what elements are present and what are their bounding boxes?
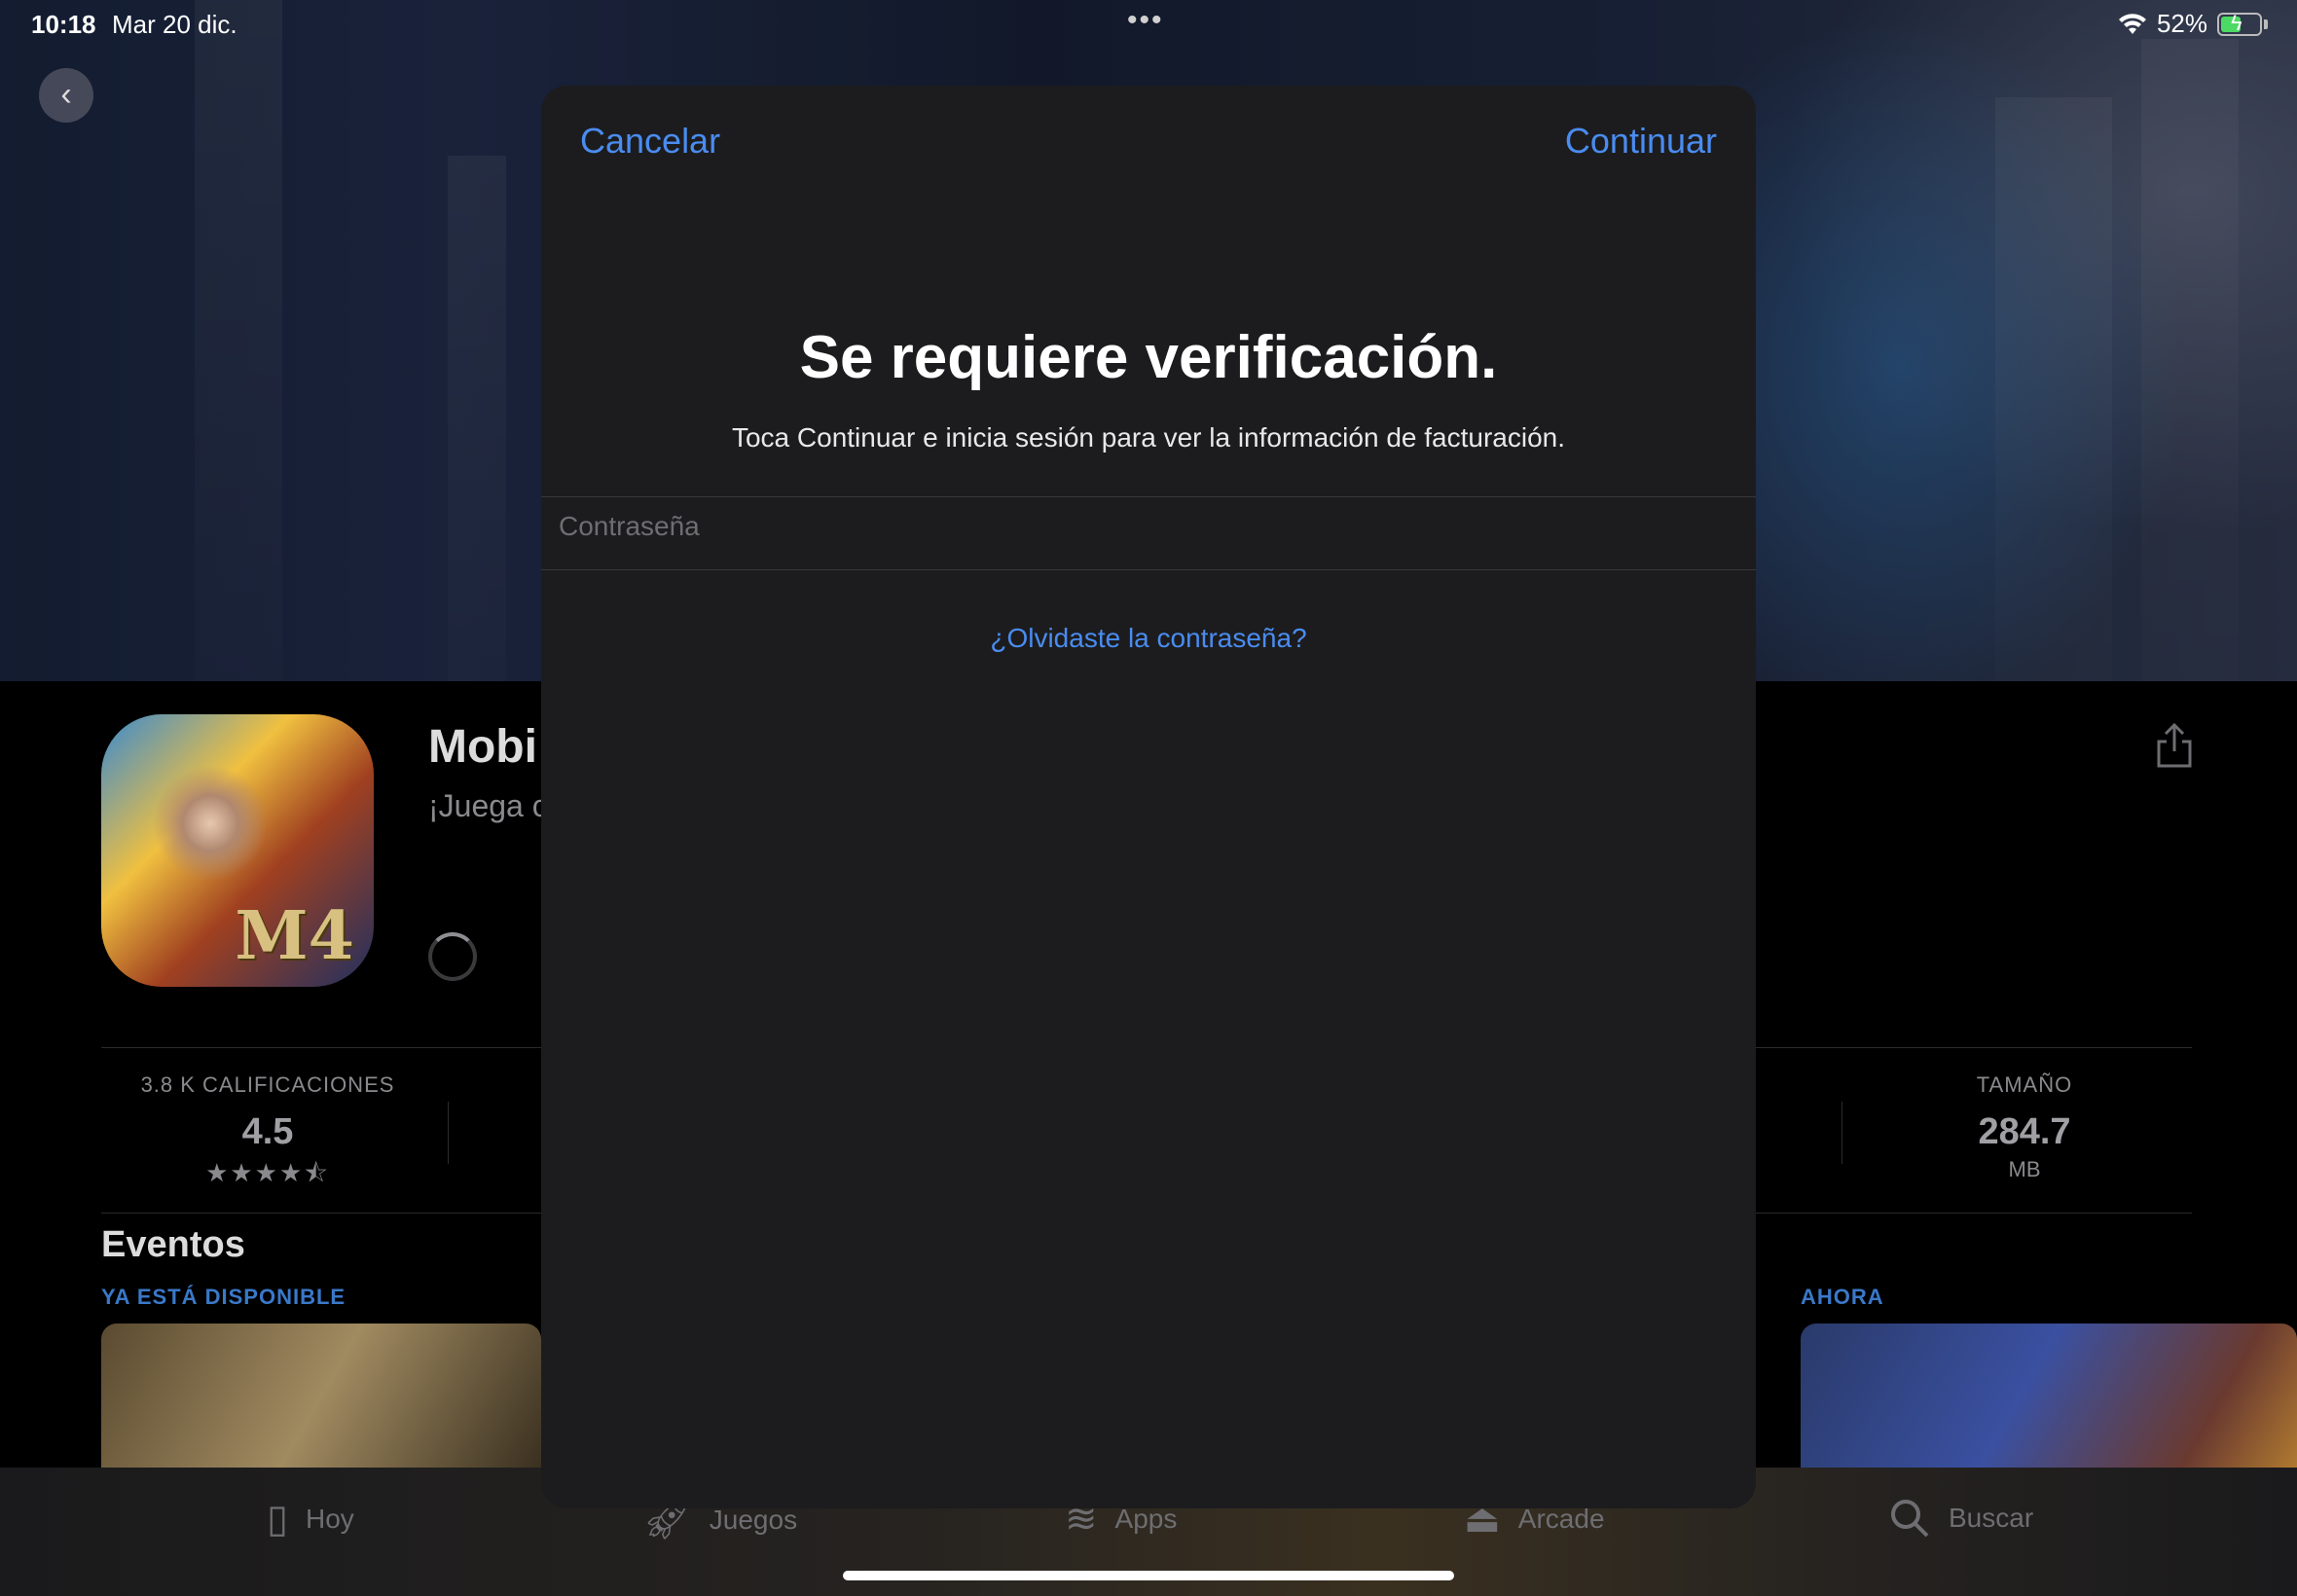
multitasking-dots[interactable]: ••• bbox=[1127, 4, 1164, 37]
ratings-stat[interactable]: 3.8 K CALIFICACIONES 4.5 ★★★★⯪ bbox=[127, 1072, 409, 1198]
loading-spinner-icon bbox=[428, 932, 477, 981]
share-icon[interactable] bbox=[2153, 722, 2196, 769]
ratings-value: 4.5 bbox=[241, 1111, 294, 1152]
battery-icon: ϟ bbox=[2217, 10, 2262, 36]
star-rating-icon: ★★★★⯪ bbox=[205, 1158, 330, 1187]
status-bar: 10:18 Mar 20 dic. ••• 52% ϟ bbox=[0, 0, 2297, 49]
event-card[interactable] bbox=[1801, 1324, 2297, 1469]
tab-today[interactable]: ▯ Hoy bbox=[267, 1497, 354, 1542]
wifi-icon bbox=[2118, 13, 2146, 34]
home-indicator[interactable] bbox=[843, 1571, 1454, 1580]
app-name: Mobi bbox=[428, 721, 537, 773]
app-subtitle: ¡Juega c bbox=[428, 788, 548, 823]
size-stat: TAMAÑO 284.7 MB bbox=[1878, 1072, 2170, 1182]
today-icon: ▯ bbox=[267, 1498, 289, 1541]
password-field[interactable] bbox=[557, 498, 1729, 555]
continue-button[interactable]: Continuar bbox=[1565, 121, 1717, 162]
app-icon-label: M4 bbox=[235, 897, 354, 975]
event-card[interactable] bbox=[101, 1324, 541, 1469]
battery-percent: 52% bbox=[2156, 9, 2207, 38]
input-bottom-divider bbox=[541, 569, 1756, 570]
search-icon bbox=[1891, 1500, 1929, 1538]
modal-description: Toca Continuar e inicia sesión para ver … bbox=[731, 422, 1565, 453]
forgot-password-link[interactable]: ¿Olvidaste la contraseña? bbox=[541, 623, 1756, 654]
modal-title: Se requiere verificación. bbox=[799, 324, 1498, 391]
size-value: 284.7 bbox=[1978, 1111, 2071, 1152]
cancel-button[interactable]: Cancelar bbox=[580, 121, 720, 162]
charging-bolt-icon: ϟ bbox=[2231, 10, 2242, 35]
verification-modal: Cancelar Continuar Se requiere verificac… bbox=[541, 86, 1756, 1508]
tab-search[interactable]: Buscar bbox=[1888, 1497, 2033, 1540]
events-title: Eventos bbox=[101, 1224, 245, 1265]
app-icon[interactable]: M4 bbox=[101, 714, 374, 987]
event-tag-now: AHORA bbox=[1801, 1285, 1884, 1309]
size-unit: MB bbox=[2008, 1157, 2041, 1181]
status-time: 10:18 bbox=[31, 10, 96, 39]
input-top-divider bbox=[541, 496, 1756, 497]
status-date: Mar 20 dic. bbox=[112, 10, 237, 39]
size-label: TAMAÑO bbox=[1976, 1072, 2073, 1097]
ratings-label: 3.8 K CALIFICACIONES bbox=[140, 1072, 395, 1097]
event-tag-available: YA ESTÁ DISPONIBLE bbox=[101, 1285, 346, 1309]
chevron-left-icon: ‹ bbox=[60, 76, 72, 113]
back-button[interactable]: ‹ bbox=[39, 68, 93, 123]
